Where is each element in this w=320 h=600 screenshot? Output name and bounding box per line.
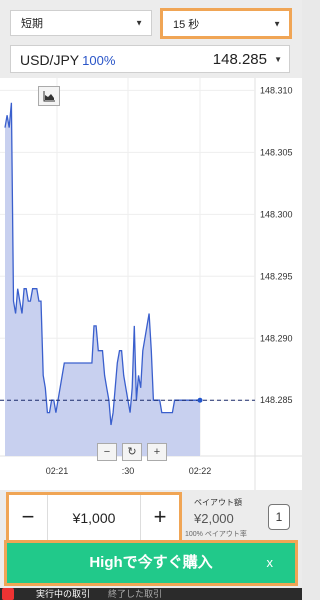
payout-label: ペイアウト額: [194, 498, 242, 507]
buy-high-label: Highで今すぐ購入: [89, 554, 213, 571]
payout-rate: 100% ペイアウト率: [185, 531, 247, 538]
y-tick-label: 148.290: [260, 333, 293, 343]
amount-decrease-button[interactable]: −: [9, 495, 48, 541]
amount-stepper[interactable]: − ¥1,000 +: [6, 492, 182, 544]
close-icon[interactable]: x: [267, 543, 274, 583]
x-tick-label: :30: [122, 466, 135, 476]
price-area-fill: [5, 102, 200, 457]
y-tick-label: 148.310: [260, 85, 293, 95]
duration-select[interactable]: 15 秒 ▼: [160, 8, 292, 39]
amount-value[interactable]: ¥1,000: [47, 495, 141, 541]
x-tick-label: 02:21: [46, 466, 69, 476]
chevron-down-icon: ▼: [135, 18, 143, 28]
price-chart-area[interactable]: 148.310 148.305 148.300 148.295 148.290 148.2…: [0, 78, 302, 490]
amount-increase-button[interactable]: +: [140, 495, 179, 541]
buy-high-button[interactable]: Highで今すぐ購入 x: [4, 540, 298, 586]
payout-value: ¥2,000: [194, 511, 234, 526]
zoom-reset-button[interactable]: ↻: [122, 443, 142, 461]
tab-open-trades[interactable]: 実行中の取引: [36, 588, 90, 600]
chevron-down-icon: ▼: [274, 55, 282, 64]
chevron-down-icon: ▼: [273, 19, 281, 28]
trade-tabs: 実行中の取引 終了した取引: [0, 588, 302, 600]
pair-price: 148.285: [212, 51, 267, 68]
zoom-in-button[interactable]: +: [147, 443, 167, 461]
pair-select[interactable]: USD/JPY 100% 148.285 ▼: [10, 45, 290, 73]
y-tick-label: 148.285: [260, 395, 293, 405]
chart-type-button[interactable]: [38, 86, 60, 106]
duration-select-value: 15 秒: [173, 18, 200, 31]
mode-select-value: 短期: [21, 18, 43, 30]
expiry-icon-button[interactable]: 1: [268, 504, 290, 530]
price-chart: 148.310 148.305 148.300 148.295 148.290 148.2…: [0, 78, 302, 490]
area-chart-icon: [43, 91, 55, 102]
mode-select[interactable]: 短期 ▼: [10, 10, 152, 36]
tab-indicator-icon: [2, 588, 14, 600]
current-price-dot: [197, 397, 203, 403]
y-tick-label: 148.300: [260, 209, 293, 219]
tab-closed-trades[interactable]: 終了した取引: [108, 588, 162, 600]
pair-symbol: USD/JPY 100%: [20, 52, 115, 68]
x-tick-label: 02:22: [189, 466, 212, 476]
zoom-out-button[interactable]: −: [97, 443, 117, 461]
y-tick-label: 148.305: [260, 147, 293, 157]
pair-percent: 100%: [82, 53, 116, 68]
y-tick-label: 148.295: [260, 271, 293, 281]
pair-name: USD/JPY: [20, 52, 80, 68]
